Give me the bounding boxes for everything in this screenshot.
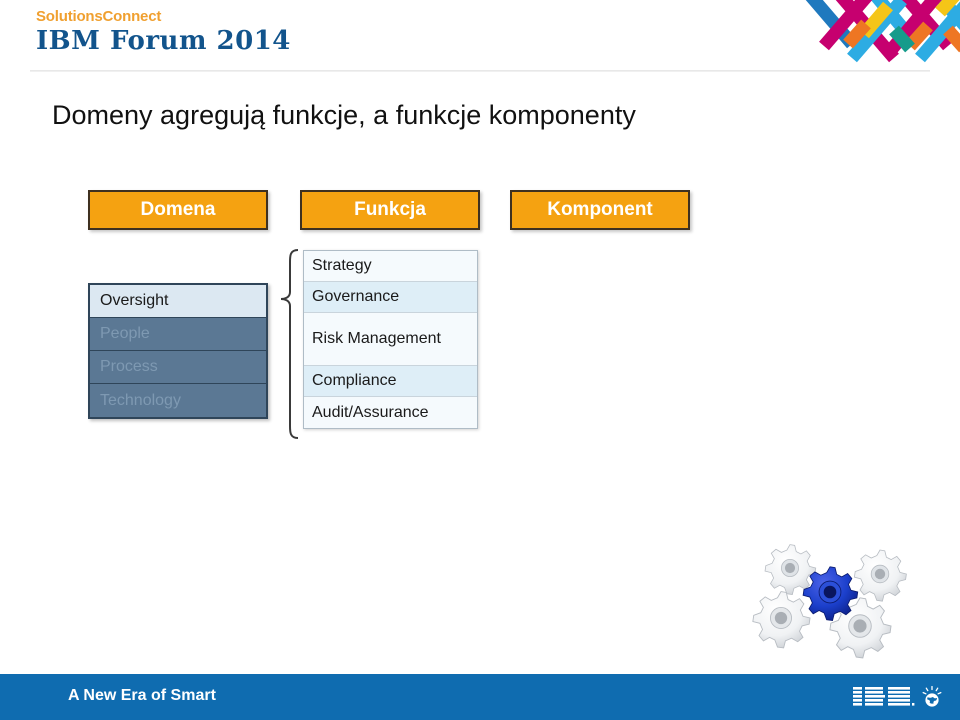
footer-ibm-logo-group [853,684,942,715]
footer-tagline: A New Era of Smart [68,687,216,704]
function-row-audit-assurance[interactable]: Audit/Assurance [304,397,477,428]
smarter-planet-icon [922,685,942,713]
domain-label: Oversight [100,292,169,309]
function-label: Compliance [312,372,397,389]
domain-list: Oversight People Process Technology [88,283,268,419]
column-header-komponent: Komponent [510,190,690,230]
function-row-compliance[interactable]: Compliance [304,366,477,397]
column-header-funkcja: Funkcja [300,190,480,230]
domain-label: Technology [100,391,181,409]
function-label: Audit/Assurance [312,403,429,421]
domain-row-people[interactable]: People [90,318,266,351]
domain-row-technology[interactable]: Technology [90,384,266,417]
function-row-governance[interactable]: Governance [304,282,477,313]
function-label: Strategy [312,257,372,274]
function-label: Risk Management [312,330,441,347]
function-list: Strategy Governance Risk Management Comp… [303,250,478,429]
ibm-wordmark-icon [853,684,915,715]
domain-row-oversight[interactable]: Oversight [90,285,266,318]
domain-label: Process [100,358,158,375]
function-row-strategy[interactable]: Strategy [304,251,477,282]
function-label: Governance [312,288,400,305]
slide-footer: A New Era of Smart [0,674,960,720]
domain-label: People [100,325,150,342]
curly-brace-connector-icon [272,248,302,440]
column-header-domena: Domena [88,190,268,230]
function-row-risk-management[interactable]: Risk Management [304,313,477,366]
gears-illustration-icon [748,532,928,662]
domain-row-process[interactable]: Process [90,351,266,384]
